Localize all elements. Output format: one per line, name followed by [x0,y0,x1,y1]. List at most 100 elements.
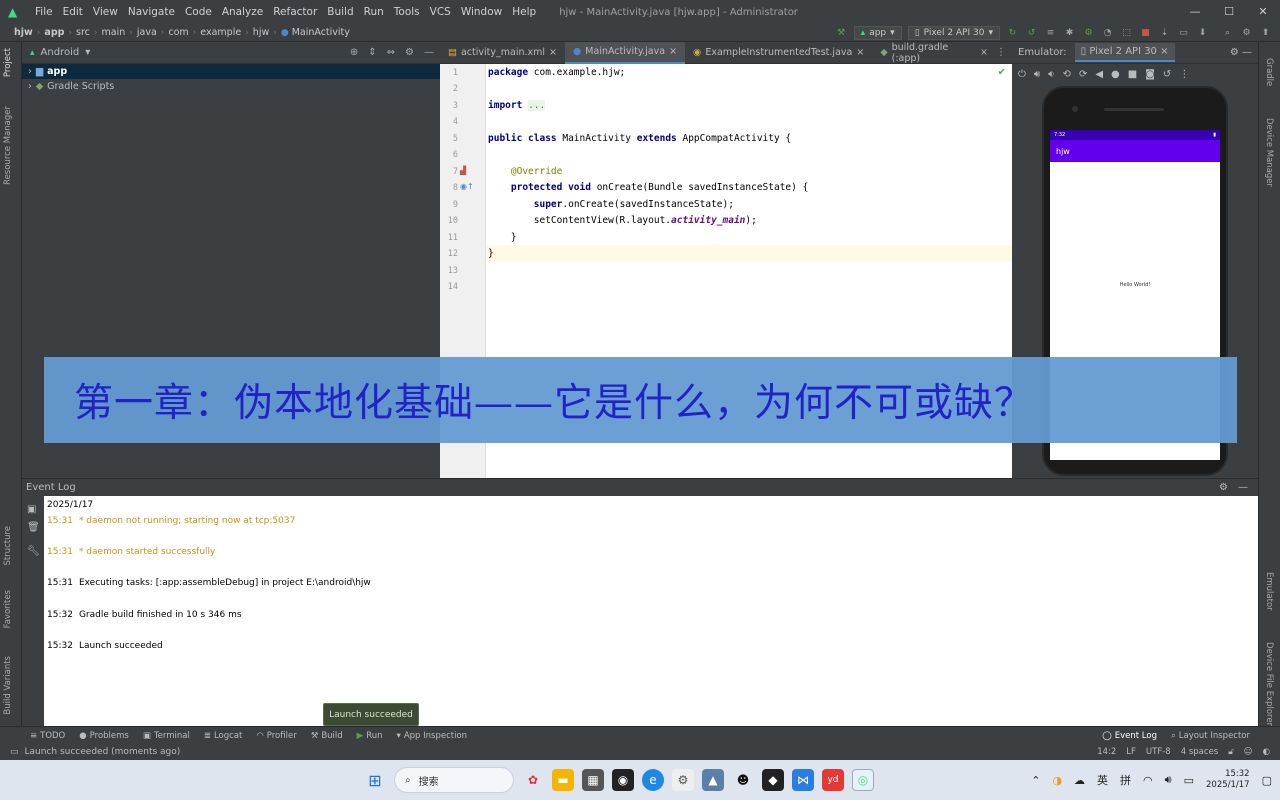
gear-icon[interactable]: ⚙ [405,47,414,58]
file-encoding[interactable]: UTF-8 [1146,747,1171,757]
close-button[interactable]: ✕ [1246,0,1280,22]
taskbar-widget-icon[interactable]: ✿ [522,769,544,791]
collapse-all-icon[interactable]: ⇔ [387,47,395,58]
tab-mainactivity-java[interactable]: ● MainActivity.java × [565,41,686,64]
wifi-icon[interactable]: ◠ [1143,774,1153,787]
breadcrumb-hjw[interactable]: hjw [14,27,33,38]
build-variants-tool-tab[interactable]: Build Variants [3,656,13,715]
trash-icon[interactable]: 🗑︎ [27,522,40,533]
caret-position[interactable]: 14:2 [1097,747,1116,757]
breadcrumb-java[interactable]: java [137,27,157,38]
app-inspection-tab[interactable]: ▾ App Inspection [397,731,468,741]
menu-refactor[interactable]: Refactor [268,6,322,18]
apply-changes-icon[interactable]: ↻ [1006,27,1019,40]
taskbar-search[interactable]: ⌕ 搜索 [394,767,514,793]
android-activity-gutter-icon[interactable]: ▟ [460,166,466,175]
close-icon[interactable]: × [980,47,988,58]
volume-icon[interactable]: 🔊︎ [1165,773,1172,787]
project-view-select[interactable]: Android [41,47,80,58]
vscode-icon[interactable]: ⋈ [792,769,814,791]
notification-icon[interactable]: ▢ [1262,774,1272,787]
tree-item-gradle-scripts[interactable]: › ◆ Gradle Scripts [22,79,440,94]
locate-icon[interactable]: ⊕ [350,47,358,58]
structure-tool-tab[interactable]: Structure [3,526,13,566]
menu-run[interactable]: Run [359,6,389,18]
layout-inspector-tab[interactable]: ⌕ Layout Inspector [1171,731,1250,741]
sdk-manager-icon[interactable]: ⬇ [1196,27,1209,40]
rotate-left-icon[interactable]: ⟲ [1063,69,1071,80]
close-icon[interactable]: × [549,47,557,58]
lock-icon[interactable]: 🔓︎ [1228,747,1234,757]
hammer-icon[interactable]: ⚒ [835,27,848,40]
mark-read-icon[interactable]: ▣ [27,504,36,515]
tab-exampleinstrumentedtest-java[interactable]: ◉ ExampleInstrumentedTest.java × [685,42,872,64]
terminal-tab[interactable]: ▣ Terminal [143,731,190,741]
event-log-tab[interactable]: ◯ Event Log [1102,731,1157,741]
menu-edit[interactable]: Edit [58,6,88,18]
ime-language[interactable]: 英 [1097,772,1108,788]
expand-all-icon[interactable]: ⇕ [368,47,376,58]
chevron-up-icon[interactable]: ⌃ [1031,774,1040,787]
menu-help[interactable]: Help [507,6,541,18]
run-tab[interactable]: ▶ Run [357,731,383,741]
close-icon[interactable]: × [856,47,864,58]
breadcrumb-app[interactable]: app [44,27,64,38]
breadcrumb-src[interactable]: src [76,27,90,38]
wrench-icon[interactable]: 🔧︎ [27,546,40,557]
github-icon[interactable]: ◉ [612,769,634,791]
resource-manager-tool-tab[interactable]: Resource Manager [3,106,13,185]
breadcrumb-example[interactable]: example [200,27,241,38]
overview-icon[interactable]: ■ [1128,69,1137,80]
menu-tools[interactable]: Tools [389,6,425,18]
back-icon[interactable]: ◀ [1095,69,1103,80]
gear-icon[interactable]: ⚙ — [1230,47,1252,58]
menu-analyze[interactable]: Analyze [217,6,268,18]
device-manager-icon[interactable]: ▭ [1177,27,1190,40]
settings-icon[interactable]: ⚙ [1240,27,1253,40]
file-explorer-icon[interactable]: ▬ [552,769,574,791]
device-file-explorer-tool-tab[interactable]: Device File Explorer [1264,642,1274,726]
run-config-select[interactable]: ▴ app ▾ [853,26,902,40]
rotate-right-icon[interactable]: ⟳ [1079,69,1087,80]
menu-build[interactable]: Build [322,6,358,18]
maximize-button[interactable]: ☐ [1212,0,1246,22]
snapshot-icon[interactable]: ↺ [1163,69,1171,80]
logcat-tab[interactable]: ≣ Logcat [204,731,243,741]
qq-icon[interactable]: ☻ [732,769,754,791]
taskbar-clock[interactable]: 15:32 2025/1/17 [1206,769,1250,791]
home-icon[interactable]: ● [1111,69,1120,80]
apply-code-changes-icon[interactable]: ↺ [1025,27,1038,40]
inspection-icon[interactable]: ☺ [1244,747,1253,757]
status-message[interactable]: Launch succeeded (moments ago) [25,747,181,757]
profile-icon[interactable]: ◔ [1101,27,1114,40]
favorites-tool-tab[interactable]: Favorites [3,590,13,628]
app-icon[interactable]: ◆ [762,769,784,791]
breadcrumb-main[interactable]: main [102,27,126,38]
problems-tab[interactable]: ● Problems [79,731,129,741]
device-select[interactable]: ▯ Pixel 2 API 30 ▾ [907,26,1000,40]
run-tests-icon[interactable]: ≡ [1044,27,1057,40]
volume-up-icon[interactable]: 🔊︎ [1034,69,1040,80]
tray-app-icon[interactable]: ◑ [1052,774,1062,787]
override-gutter-icon[interactable]: ◉↑ [460,182,474,191]
indent-setting[interactable]: 4 spaces [1181,747,1218,757]
menu-navigate[interactable]: Navigate [123,6,180,18]
sync-gradle-icon[interactable]: ⇣ [1158,27,1171,40]
no-problems-check-icon[interactable]: ✔ [998,67,1006,78]
power-icon[interactable]: ⏻ [1018,69,1026,80]
more-tabs-icon[interactable]: ⋮ [996,47,1006,58]
close-icon[interactable]: × [669,46,677,57]
gradle-tool-tab[interactable]: Gradle [1264,58,1274,86]
tab-activity-main-xml[interactable]: ▤ activity_main.xml × [440,42,565,64]
settings-app-icon[interactable]: ⚙ [672,769,694,791]
menu-view[interactable]: View [88,6,123,18]
hide-icon[interactable]: — [424,47,434,58]
photos-icon[interactable]: ▲ [702,769,724,791]
todo-tab[interactable]: ≡ TODO [30,731,65,741]
cloud-icon[interactable]: ☁ [1074,774,1085,787]
close-icon[interactable]: × [1160,46,1168,57]
tab-build-gradle[interactable]: ◆ build.gradle (:app) × [872,42,996,64]
line-separator[interactable]: LF [1126,747,1136,757]
android-studio-taskbar-icon[interactable]: ◎ [852,769,874,791]
gear-icon[interactable]: ⚙ [1219,482,1228,493]
